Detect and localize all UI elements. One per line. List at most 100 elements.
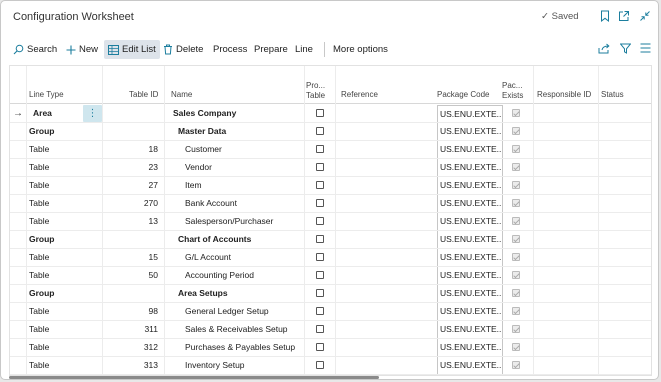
table-id-cell[interactable]: 23 bbox=[110, 159, 158, 176]
package-code-cell[interactable]: US.ENU.EXTE... bbox=[437, 339, 503, 356]
col-promoted-table[interactable]: Pro... Table bbox=[306, 81, 325, 101]
table-id-cell[interactable] bbox=[110, 231, 158, 248]
package-code-cell[interactable]: US.ENU.EXTE... bbox=[437, 231, 503, 248]
search-button[interactable]: Search bbox=[13, 40, 57, 59]
package-code-cell[interactable]: US.ENU.EXTE... bbox=[437, 321, 503, 338]
filter-icon[interactable] bbox=[618, 41, 632, 55]
package-code-cell[interactable]: US.ENU.EXTE... bbox=[437, 159, 503, 176]
promoted-table-checkbox[interactable] bbox=[316, 109, 324, 117]
name-cell[interactable]: Area Setups bbox=[178, 285, 302, 302]
collapse-icon[interactable] bbox=[638, 9, 652, 23]
promoted-table-checkbox[interactable] bbox=[316, 325, 324, 333]
table-row[interactable]: Table 13 Salesperson/Purchaser US.ENU.EXTE.… bbox=[10, 213, 651, 231]
table-row[interactable]: → Area ⋮ Sales Company US.ENU.EXTE... bbox=[10, 105, 651, 123]
table-row[interactable]: Table 313 Inventory Setup US.ENU.EXTE... bbox=[10, 357, 651, 375]
promoted-table-checkbox[interactable] bbox=[316, 145, 324, 153]
name-cell[interactable]: Salesperson/Purchaser bbox=[185, 213, 302, 230]
table-row[interactable]: Group Area Setups US.ENU.EXTE... bbox=[10, 285, 651, 303]
package-code-cell[interactable]: US.ENU.EXTE... bbox=[437, 141, 503, 158]
package-code-cell[interactable]: US.ENU.EXTE... bbox=[437, 357, 503, 374]
promoted-table-checkbox[interactable] bbox=[316, 289, 324, 297]
table-row[interactable]: Table 23 Vendor US.ENU.EXTE... bbox=[10, 159, 651, 177]
line-type-cell[interactable]: Table bbox=[29, 357, 49, 374]
col-package-exists[interactable]: Pac... Exists bbox=[502, 81, 523, 101]
delete-button[interactable]: Delete bbox=[163, 40, 203, 59]
name-cell[interactable]: Master Data bbox=[178, 123, 302, 140]
line-type-cell[interactable]: Area bbox=[33, 105, 52, 122]
promoted-table-checkbox[interactable] bbox=[316, 217, 324, 225]
col-name[interactable]: Name bbox=[171, 90, 192, 100]
table-row[interactable]: Table 98 General Ledger Setup US.ENU.EXTE..… bbox=[10, 303, 651, 321]
table-row[interactable]: Table 312 Purchases & Payables Setup US.ENU… bbox=[10, 339, 651, 357]
promoted-table-checkbox[interactable] bbox=[316, 127, 324, 135]
table-id-cell[interactable]: 270 bbox=[110, 195, 158, 212]
edit-list-button[interactable]: Edit List bbox=[104, 40, 160, 59]
row-actions-button[interactable]: ⋮ bbox=[83, 105, 102, 122]
promoted-table-checkbox[interactable] bbox=[316, 271, 324, 279]
table-row[interactable]: Table 50 Accounting Period US.ENU.EXTE... bbox=[10, 267, 651, 285]
list-view-icon[interactable] bbox=[638, 41, 652, 55]
promoted-table-checkbox[interactable] bbox=[316, 163, 324, 171]
package-code-cell[interactable]: US.ENU.EXTE... bbox=[437, 105, 503, 122]
package-code-cell[interactable]: US.ENU.EXTE... bbox=[437, 177, 503, 194]
table-id-cell[interactable]: 15 bbox=[110, 249, 158, 266]
line-type-cell[interactable]: Table bbox=[29, 177, 49, 194]
line-type-cell[interactable]: Group bbox=[29, 123, 55, 140]
col-package-code[interactable]: Package Code bbox=[437, 90, 489, 100]
line-type-cell[interactable]: Table bbox=[29, 321, 49, 338]
horizontal-scrollbar[interactable] bbox=[9, 376, 379, 379]
promoted-table-checkbox[interactable] bbox=[316, 361, 324, 369]
table-id-cell[interactable]: 18 bbox=[110, 141, 158, 158]
name-cell[interactable]: Customer bbox=[185, 141, 302, 158]
promoted-table-checkbox[interactable] bbox=[316, 343, 324, 351]
promoted-table-checkbox[interactable] bbox=[316, 307, 324, 315]
package-code-cell[interactable]: US.ENU.EXTE... bbox=[437, 303, 503, 320]
name-cell[interactable]: Chart of Accounts bbox=[178, 231, 302, 248]
name-cell[interactable]: G/L Account bbox=[185, 249, 302, 266]
col-table-id[interactable]: Table ID bbox=[129, 90, 158, 100]
package-code-cell[interactable]: US.ENU.EXTE... bbox=[437, 267, 503, 284]
package-code-cell[interactable]: US.ENU.EXTE... bbox=[437, 195, 503, 212]
name-cell[interactable]: Accounting Period bbox=[185, 267, 302, 284]
package-code-cell[interactable]: US.ENU.EXTE... bbox=[437, 249, 503, 266]
col-reference[interactable]: Reference bbox=[341, 90, 378, 100]
line-type-cell[interactable]: Table bbox=[29, 213, 49, 230]
promoted-table-checkbox[interactable] bbox=[316, 235, 324, 243]
table-row[interactable]: Table 15 G/L Account US.ENU.EXTE... bbox=[10, 249, 651, 267]
line-type-cell[interactable]: Table bbox=[29, 195, 49, 212]
line-type-cell[interactable]: Table bbox=[29, 339, 49, 356]
line-type-cell[interactable]: Table bbox=[29, 141, 49, 158]
name-cell[interactable]: Purchases & Payables Setup bbox=[185, 339, 302, 356]
line-type-cell[interactable]: Group bbox=[29, 285, 55, 302]
promoted-table-checkbox[interactable] bbox=[316, 199, 324, 207]
new-button[interactable]: New bbox=[66, 40, 98, 59]
name-cell[interactable]: Bank Account bbox=[185, 195, 302, 212]
package-code-cell[interactable]: US.ENU.EXTE... bbox=[437, 285, 503, 302]
col-responsible-id[interactable]: Responsible ID bbox=[537, 90, 591, 100]
table-row[interactable]: Group Chart of Accounts US.ENU.EXTE... bbox=[10, 231, 651, 249]
table-id-cell[interactable] bbox=[110, 285, 158, 302]
table-id-cell[interactable]: 13 bbox=[110, 213, 158, 230]
table-row[interactable]: Table 27 Item US.ENU.EXTE... bbox=[10, 177, 651, 195]
promoted-table-checkbox[interactable] bbox=[316, 181, 324, 189]
table-id-cell[interactable]: 312 bbox=[110, 339, 158, 356]
col-status[interactable]: Status bbox=[601, 90, 624, 100]
table-id-cell[interactable]: 311 bbox=[110, 321, 158, 338]
line-menu[interactable]: Line bbox=[295, 40, 313, 59]
line-type-cell[interactable]: Table bbox=[29, 249, 49, 266]
name-cell[interactable]: Sales & Receivables Setup bbox=[185, 321, 302, 338]
name-cell[interactable]: Item bbox=[185, 177, 302, 194]
package-code-cell[interactable]: US.ENU.EXTE... bbox=[437, 213, 503, 230]
bookmark-icon[interactable] bbox=[598, 9, 612, 23]
table-id-cell[interactable]: 27 bbox=[110, 177, 158, 194]
line-type-cell[interactable]: Group bbox=[29, 231, 55, 248]
line-type-cell[interactable]: Table bbox=[29, 159, 49, 176]
prepare-menu[interactable]: Prepare bbox=[254, 40, 288, 59]
promoted-table-checkbox[interactable] bbox=[316, 253, 324, 261]
table-row[interactable]: Table 270 Bank Account US.ENU.EXTE... bbox=[10, 195, 651, 213]
table-id-cell[interactable] bbox=[110, 105, 158, 122]
process-menu[interactable]: Process bbox=[213, 40, 247, 59]
table-row[interactable]: Table 18 Customer US.ENU.EXTE... bbox=[10, 141, 651, 159]
table-id-cell[interactable] bbox=[110, 123, 158, 140]
name-cell[interactable]: Inventory Setup bbox=[185, 357, 302, 374]
